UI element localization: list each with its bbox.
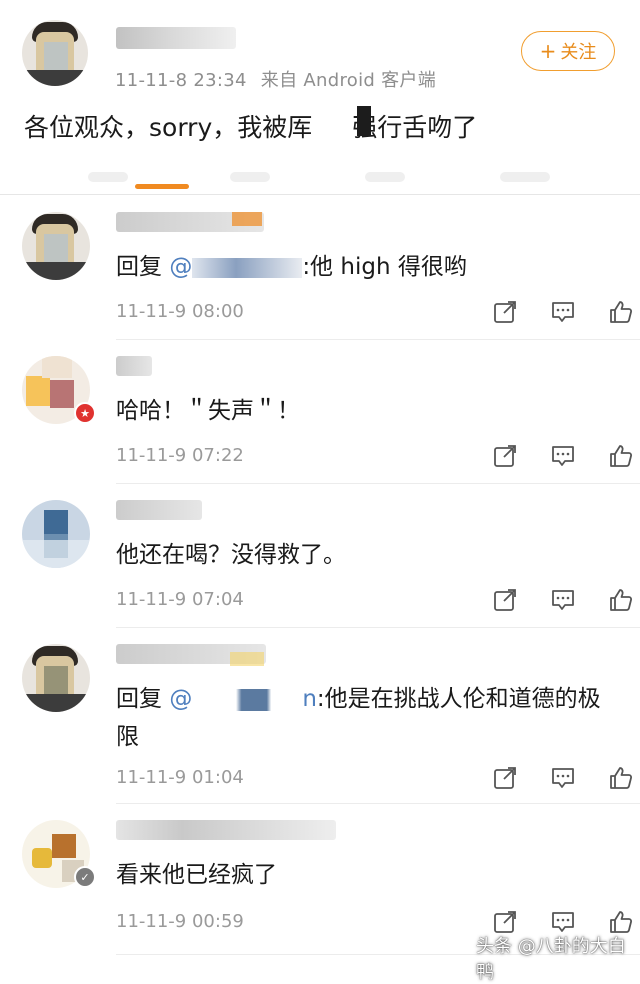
like-button[interactable] <box>592 762 640 794</box>
reply-button[interactable] <box>534 296 592 328</box>
watermark: 头条 @八卦的大白鸭 <box>476 936 626 983</box>
reply-prefix: 回复 <box>116 686 170 712</box>
comment-actions <box>476 584 640 616</box>
follow-button[interactable]: + 关注 <box>521 31 615 71</box>
share-button[interactable] <box>476 296 534 328</box>
like-icon <box>610 589 633 611</box>
comment-icon <box>552 768 574 788</box>
comment-item: 他还在喝？没得救了。 11-11-9 07:04 <box>0 484 640 628</box>
like-button[interactable] <box>592 440 640 472</box>
mention-redacted <box>192 688 303 711</box>
comment-actions <box>476 296 640 328</box>
commenter-name-redacted[interactable] <box>116 356 152 376</box>
comment-text: 回复 @ n:他是在挑战人伦和道德的极限 <box>116 680 616 756</box>
post-source: 来自 Android 客户端 <box>260 70 437 91</box>
user-badge: ✓ <box>74 866 96 888</box>
share-icon <box>494 301 516 323</box>
comment-body: :他 high 得很哟 <box>302 254 467 280</box>
comment-actions <box>476 762 640 794</box>
share-button[interactable] <box>476 584 534 616</box>
post-text-part1: 各位观众，sorry，我被 <box>24 113 288 142</box>
comment-text: 看来他已经疯了 <box>116 862 277 888</box>
poster-name-redacted[interactable] <box>116 27 236 49</box>
comment-time: 11-11-9 07:04 <box>116 589 244 610</box>
tab-comments-indicator[interactable] <box>135 184 189 189</box>
comment-item: 回复 @ :他 high 得很哟 11-11-9 08:00 <box>0 196 640 340</box>
divider <box>0 194 640 195</box>
post-meta: 11-11-8 23:34 来自 Android 客户端 <box>115 66 436 92</box>
tab-likes[interactable] <box>230 172 270 182</box>
comment-text: 回复 @ :他 high 得很哟 <box>116 248 616 286</box>
name-badge <box>232 212 262 226</box>
plus-icon: + <box>539 39 557 63</box>
share-icon <box>494 445 516 467</box>
comment-time: 11-11-9 07:22 <box>116 445 244 466</box>
mention-link[interactable]: @ <box>169 254 192 280</box>
commenter-avatar[interactable] <box>22 644 90 712</box>
comment-actions <box>476 440 640 472</box>
tab-sort[interactable] <box>500 172 550 182</box>
commenter-name-redacted[interactable] <box>116 500 202 520</box>
comment-icon <box>552 446 574 466</box>
comment-item: ★ 哈哈！＂失声＂！ 11-11-9 07:22 <box>0 340 640 484</box>
like-icon <box>610 767 633 789</box>
comment-icon <box>552 302 574 322</box>
poster-avatar[interactable] <box>22 20 88 86</box>
comment-time: 11-11-9 08:00 <box>116 301 244 322</box>
commenter-avatar[interactable] <box>22 500 90 568</box>
reply-button[interactable] <box>534 440 592 472</box>
comment-text: 哈哈！＂失声＂！ <box>116 398 300 424</box>
comment-icon <box>552 590 574 610</box>
commenter-avatar[interactable] <box>22 212 90 280</box>
share-icon <box>494 589 516 611</box>
like-icon <box>610 301 633 323</box>
share-icon <box>494 767 516 789</box>
post-text-part2: 厍 <box>287 113 313 142</box>
redaction-mark <box>357 106 371 136</box>
tab-other[interactable] <box>365 172 405 182</box>
mention-redacted <box>192 257 303 278</box>
post-text-part3: 强行舌吻了 <box>352 113 478 142</box>
follow-label: 关注 <box>560 42 597 63</box>
post-header: 11-11-8 23:34 来自 Android 客户端 + 关注 各位观众，s… <box>0 0 640 195</box>
verified-badge: ★ <box>74 402 96 424</box>
reply-button[interactable] <box>534 584 592 616</box>
comment-text: 他还在喝？没得救了。 <box>116 542 346 568</box>
comment-time: 11-11-9 01:04 <box>116 767 244 788</box>
comment-item: 回复 @ n:他是在挑战人伦和道德的极限 11-11-9 01:04 <box>0 628 640 804</box>
tab-reposts[interactable] <box>88 172 128 182</box>
reply-button[interactable] <box>534 762 592 794</box>
commenter-name-redacted[interactable] <box>116 820 336 840</box>
like-button[interactable] <box>592 296 640 328</box>
like-button[interactable] <box>592 584 640 616</box>
like-icon <box>610 445 633 467</box>
share-button[interactable] <box>476 440 534 472</box>
reply-prefix: 回复 <box>116 254 170 280</box>
post-timestamp: 11-11-8 23:34 <box>115 70 247 91</box>
comment-time: 11-11-9 00:59 <box>116 911 244 932</box>
mention-tail[interactable]: n <box>302 686 317 712</box>
mention-link[interactable]: @ <box>169 686 192 712</box>
post-text: 各位观众，sorry，我被厍 强行舌吻了 <box>24 108 477 144</box>
name-badge <box>230 652 264 666</box>
share-button[interactable] <box>476 762 534 794</box>
